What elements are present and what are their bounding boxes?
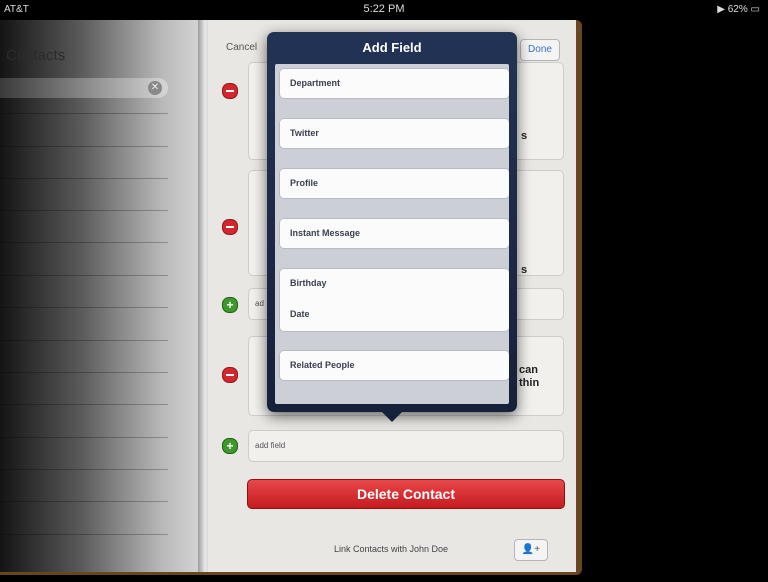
contacts-list-page: Contacts ✕	[0, 20, 203, 572]
field-option-date[interactable]: Date	[279, 300, 509, 332]
list-divider	[0, 307, 168, 308]
search-field[interactable]: ✕	[0, 78, 168, 98]
option-label: Birthday	[290, 278, 327, 288]
list-divider	[0, 340, 168, 341]
list-divider	[0, 275, 168, 276]
link-contact-button[interactable]: 👤+	[514, 539, 548, 561]
link-contacts-label: Link Contacts with John Doe	[334, 544, 449, 554]
cancel-button[interactable]: Cancel	[226, 42, 257, 53]
peek-text: can	[519, 364, 538, 376]
option-label: Date	[290, 309, 310, 319]
option-label: Instant Message	[290, 228, 361, 238]
delete-contact-button[interactable]: Delete Contact	[247, 479, 565, 509]
delete-field-icon[interactable]	[222, 219, 238, 235]
field-option-profile[interactable]: Profile	[279, 168, 509, 199]
clock: 5:22 PM	[363, 3, 405, 15]
field-option-department[interactable]: Department	[279, 68, 509, 99]
option-label: Related People	[290, 360, 355, 370]
delete-field-icon[interactable]	[222, 83, 238, 99]
add-field-popover: Add Field Department Twitter Profile Ins…	[267, 32, 517, 422]
done-button[interactable]: Done	[520, 39, 560, 61]
add-field-icon[interactable]: +	[222, 297, 238, 313]
list-divider	[0, 501, 168, 502]
clear-search-icon[interactable]: ✕	[148, 81, 162, 95]
popover-arrow	[380, 410, 404, 422]
field-option-birthday[interactable]: Birthday	[279, 268, 509, 301]
status-bar: AT&T 5:22 PM ▶ 62% ▭	[0, 0, 768, 20]
option-label: Twitter	[290, 128, 319, 138]
peek-text: s	[521, 130, 528, 142]
field-option-twitter[interactable]: Twitter	[279, 118, 509, 149]
battery-indicator: ▶ 62% ▭	[717, 4, 760, 15]
add-field-icon[interactable]: +	[222, 438, 238, 454]
battery-percent: 62%	[727, 4, 748, 15]
delete-field-icon[interactable]	[222, 367, 238, 383]
add-person-icon: 👤+	[521, 544, 541, 555]
list-divider	[0, 113, 168, 114]
popover-list: Department Twitter Profile Instant Messa…	[275, 64, 509, 404]
list-divider	[0, 404, 168, 405]
list-divider	[0, 534, 168, 535]
option-label: Profile	[290, 178, 319, 188]
list-divider	[0, 372, 168, 373]
peek-text: s	[521, 264, 528, 276]
add-field-row[interactable]: add field	[248, 430, 564, 462]
list-divider	[0, 210, 168, 211]
contacts-title: Contacts	[6, 47, 66, 64]
list-divider	[0, 437, 168, 438]
peek-text: thin	[519, 377, 540, 389]
field-option-instant-message[interactable]: Instant Message	[279, 218, 509, 249]
list-divider	[0, 178, 168, 179]
list-divider	[0, 469, 168, 470]
field-option-related-people[interactable]: Related People	[279, 350, 509, 381]
list-divider	[0, 146, 168, 147]
list-divider	[0, 242, 168, 243]
option-label: Department	[290, 78, 341, 88]
add-field-label: add field	[255, 441, 286, 450]
popover-title: Add Field	[362, 40, 422, 55]
add-field-label: ad	[255, 299, 264, 308]
